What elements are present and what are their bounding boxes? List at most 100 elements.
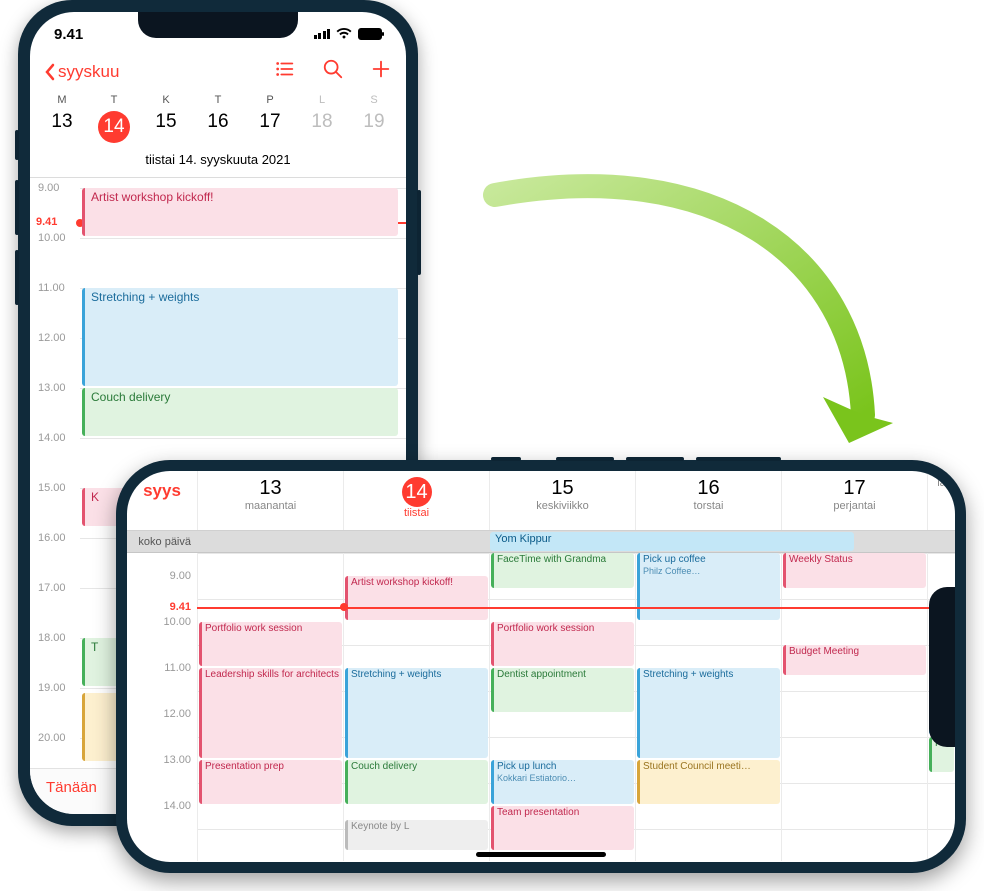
calendar-event[interactable]: Presentation prep: [199, 760, 342, 804]
date-row: 13141516171819: [30, 106, 406, 152]
hour-label: 11.00: [38, 282, 65, 294]
home-indicator[interactable]: [476, 852, 606, 857]
calendar-event[interactable]: Weekly Status: [783, 553, 926, 588]
allday-label: koko päivä: [127, 536, 197, 548]
allday-cell: [781, 531, 927, 552]
now-label: 9.41: [170, 601, 191, 613]
hour-label: 11.00: [164, 662, 191, 674]
phone-landscape-frame: syys 13maanantai14tiistai15keskiviikko16…: [116, 460, 966, 873]
calendar-event[interactable]: Keynote by L: [345, 820, 488, 850]
hour-line: [80, 238, 406, 239]
day-column[interactable]: Pick up coffeePhilz Coffee… Stretching + …: [635, 553, 781, 861]
calendar-event[interactable]: Portfolio work session: [199, 622, 342, 666]
volume-button: [15, 180, 19, 235]
battery-icon: [358, 28, 382, 40]
weekday-cell: K: [140, 94, 192, 106]
now-indicator: [197, 607, 955, 609]
volume-button: [626, 457, 684, 461]
calendar-event[interactable]: Budget Meeting: [783, 645, 926, 675]
day-column[interactable]: FaceTime with Grandma Portfolio work sess…: [489, 553, 635, 861]
date-cell[interactable]: 13: [36, 108, 88, 146]
calendar-event[interactable]: FaceTime with Grandma: [491, 553, 634, 588]
calendar-event[interactable]: Portfolio work session: [491, 622, 634, 666]
hour-label: 10.00: [38, 232, 66, 244]
date-cell[interactable]: 15: [140, 108, 192, 146]
date-cell[interactable]: 19: [348, 108, 400, 146]
rotate-arrow-icon: [455, 165, 915, 485]
hour-label: 15.00: [38, 482, 66, 494]
week-columns: Portfolio work sessionLeadership skills …: [197, 553, 955, 861]
volume-button: [556, 457, 614, 461]
hour-label: 20.00: [38, 732, 66, 744]
hour-label: 12.00: [38, 332, 66, 344]
back-label: syyskuu: [58, 62, 119, 82]
calendar-event[interactable]: Dentist appointment: [491, 668, 634, 712]
calendar-event[interactable]: Artist workshop kickoff!: [82, 188, 398, 236]
hour-label: 16.00: [38, 532, 66, 544]
full-date: tiistai 14. syyskuuta 2021: [30, 152, 406, 178]
calendar-event[interactable]: Pick up lunchKokkari Estiatorio…: [491, 760, 634, 804]
time-column: 9.00 10.00 11.00 12.00 13.00 14.00 9.41: [127, 553, 197, 861]
calendar-event[interactable]: Team presentation: [491, 806, 634, 850]
calendar-event[interactable]: Stretching + weights: [637, 668, 780, 758]
weekday-cell: L: [296, 94, 348, 106]
volume-button: [491, 457, 521, 461]
hour-label: 9.00: [38, 182, 59, 194]
day-column[interactable]: Weekly Status Budget Meeting: [781, 553, 927, 861]
calendar-event[interactable]: Leadership skills for architects: [199, 668, 342, 758]
date-cell[interactable]: 18: [296, 108, 348, 146]
notch: [929, 587, 955, 747]
hour-label: 17.00: [38, 582, 66, 594]
calendar-event[interactable]: Couch delivery: [82, 388, 398, 436]
day-column[interactable]: Artist workshop kickoff! Stretching + wei…: [343, 553, 489, 861]
weekday-cell: S: [348, 94, 400, 106]
weekday-cell: T: [88, 94, 140, 106]
hour-label: 13.00: [163, 754, 191, 766]
weekday-cell: P: [244, 94, 296, 106]
hour-label: 10.00: [163, 616, 191, 628]
allday-cell: [635, 531, 781, 552]
hour-line: [80, 438, 406, 439]
day-header[interactable]: 13maanantai: [197, 471, 343, 530]
date-cell[interactable]: 14: [88, 108, 140, 146]
calendar-event[interactable]: Couch delivery: [345, 760, 488, 804]
allday-cell: [343, 531, 489, 552]
weekday-row: MTKTPLS: [30, 92, 406, 106]
date-cell[interactable]: 17: [244, 108, 296, 146]
calendar-event[interactable]: Stretching + weights: [82, 288, 398, 386]
date-cell[interactable]: 16: [192, 108, 244, 146]
hour-label: 14.00: [163, 800, 191, 812]
day-header[interactable]: 16torstai: [635, 471, 781, 530]
day-header[interactable]: 17perjantai: [781, 471, 927, 530]
search-icon[interactable]: [322, 58, 344, 86]
day-column[interactable]: Portfolio work sessionLeadership skills …: [197, 553, 343, 861]
hour-label: 14.00: [38, 432, 66, 444]
weekday-cell: M: [36, 94, 88, 106]
power-button: [417, 190, 421, 275]
day-header[interactable]: 14tiistai: [343, 471, 489, 530]
phone-landscape-screen: syys 13maanantai14tiistai15keskiviikko16…: [127, 471, 955, 862]
hour-label: 12.00: [163, 708, 191, 720]
back-button[interactable]: syyskuu: [44, 62, 119, 82]
month-button[interactable]: syys: [127, 471, 197, 530]
calendar-event[interactable]: Pick up coffeePhilz Coffee…: [637, 553, 780, 620]
week-header: syys 13maanantai14tiistai15keskiviikko16…: [127, 471, 955, 531]
calendar-event[interactable]: Stretching + weights: [345, 668, 488, 758]
calendar-event[interactable]: Student Council meeti…: [637, 760, 780, 804]
week-grid[interactable]: 9.00 10.00 11.00 12.00 13.00 14.00 9.41 Portfo…: [127, 553, 955, 861]
allday-cell: Yom Kippur: [489, 531, 635, 552]
today-button[interactable]: Tänään: [46, 779, 97, 796]
chevron-left-icon: [44, 63, 56, 81]
power-button: [696, 457, 781, 461]
day-header[interactable]: la: [927, 471, 955, 530]
add-icon[interactable]: [370, 58, 392, 86]
calendar-event[interactable]: Artist workshop kickoff!: [345, 576, 488, 620]
volume-button: [15, 250, 19, 305]
hour-label: 9.00: [170, 570, 191, 582]
allday-cell: [927, 531, 955, 552]
day-header[interactable]: 15keskiviikko: [489, 471, 635, 530]
status-time: 9.41: [54, 26, 83, 43]
list-icon[interactable]: [274, 58, 296, 86]
hour-label: 13.00: [38, 382, 66, 394]
nav-bar: syyskuu: [30, 56, 406, 92]
